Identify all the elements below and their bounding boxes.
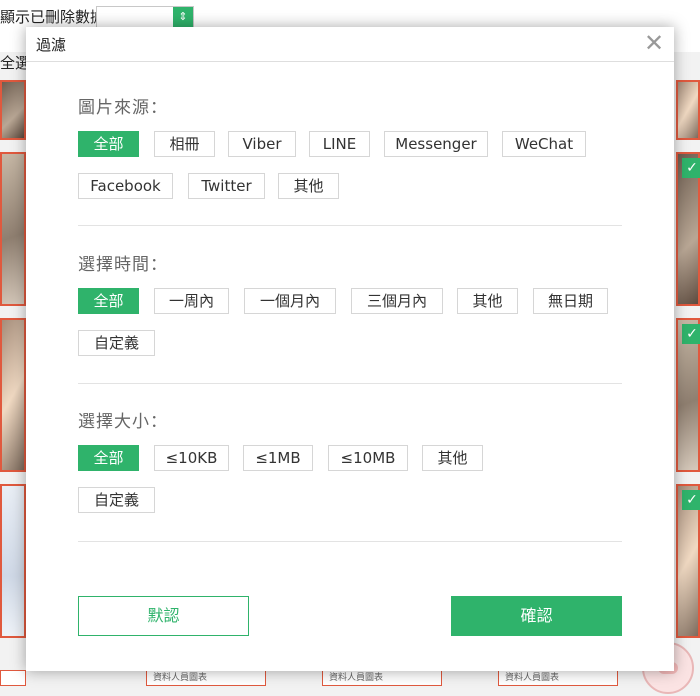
- section-divider: [78, 541, 622, 542]
- source-option-other[interactable]: 其他: [278, 173, 339, 199]
- time-option-no-date[interactable]: 無日期: [533, 288, 608, 314]
- source-option-all[interactable]: 全部: [78, 131, 139, 157]
- close-icon[interactable]: ✕: [642, 30, 666, 56]
- confirm-button[interactable]: 確認: [451, 596, 622, 636]
- time-option-all[interactable]: 全部: [78, 288, 139, 314]
- source-option-twitter[interactable]: Twitter: [188, 173, 265, 199]
- time-option-week[interactable]: 一周內: [154, 288, 229, 314]
- time-option-other[interactable]: 其他: [457, 288, 518, 314]
- source-option-album[interactable]: 相冊: [154, 131, 215, 157]
- time-option-three-months[interactable]: 三個月內: [351, 288, 443, 314]
- section-divider: [78, 383, 622, 384]
- section-divider: [78, 225, 622, 226]
- source-option-facebook[interactable]: Facebook: [78, 173, 173, 199]
- dialog-header: 過濾 ✕: [26, 27, 674, 62]
- size-section-title: 選擇大小：: [78, 412, 168, 432]
- source-option-viber[interactable]: Viber: [228, 131, 296, 157]
- size-option-10kb[interactable]: ≤10KB: [154, 445, 229, 471]
- source-section-title: 圖片來源：: [78, 98, 168, 118]
- source-option-messenger[interactable]: Messenger: [384, 131, 488, 157]
- size-option-all[interactable]: 全部: [78, 445, 139, 471]
- size-option-1mb[interactable]: ≤1MB: [243, 445, 313, 471]
- source-option-line[interactable]: LINE: [309, 131, 370, 157]
- source-section: 圖片來源： 全部 相冊 Viber LINE Messenger WeChat …: [78, 93, 622, 203]
- time-option-custom[interactable]: 自定義: [78, 330, 155, 356]
- time-section: 選擇時間： 全部 一周內 一個月內 三個月內 其他 無日期 自定義: [78, 250, 622, 360]
- default-button[interactable]: 默認: [78, 596, 249, 636]
- dialog-title: 過濾: [36, 36, 67, 54]
- size-section: 選擇大小： 全部 ≤10KB ≤1MB ≤10MB 其他 自定義: [78, 407, 622, 517]
- size-option-10mb[interactable]: ≤10MB: [328, 445, 408, 471]
- size-option-custom[interactable]: 自定義: [78, 487, 155, 513]
- time-section-title: 選擇時間：: [78, 255, 168, 275]
- dialog-overlay: 過濾 ✕ 圖片來源： 全部 相冊 Viber LINE Messenger We…: [0, 0, 700, 696]
- filter-dialog: 過濾 ✕ 圖片來源： 全部 相冊 Viber LINE Messenger We…: [26, 27, 674, 671]
- source-option-wechat[interactable]: WeChat: [502, 131, 586, 157]
- size-option-other[interactable]: 其他: [422, 445, 483, 471]
- time-option-month[interactable]: 一個月內: [244, 288, 336, 314]
